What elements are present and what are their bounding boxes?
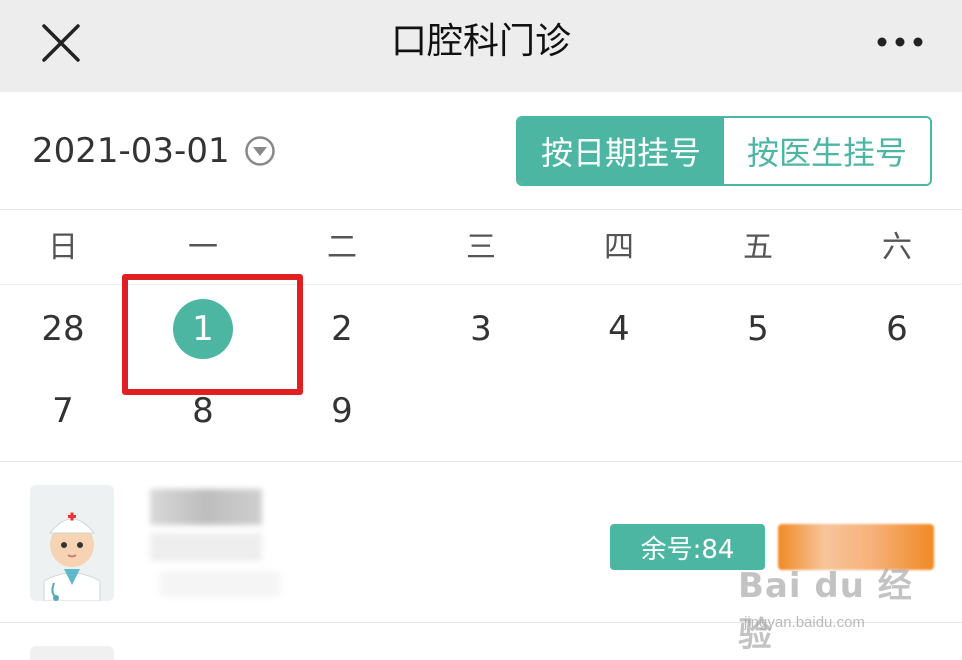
calendar-day[interactable]: 6 xyxy=(828,288,962,370)
watermark: Bai du 经验 jingyan.baidu.com xyxy=(738,558,938,655)
doctor-avatar-icon xyxy=(30,485,114,601)
selected-date: 2021-03-01 xyxy=(32,131,230,171)
title-bar: 口腔科门诊 xyxy=(0,0,962,92)
calendar-day[interactable]: 3 xyxy=(412,288,550,370)
weekday-sat: 六 xyxy=(882,230,912,265)
more-icon[interactable] xyxy=(876,22,926,62)
weekday-wed: 三 xyxy=(466,230,496,265)
weekday-sun: 日 xyxy=(48,230,78,265)
calendar-day[interactable]: 5 xyxy=(689,288,827,370)
registration-mode-toggle: 按日期挂号 按医生挂号 xyxy=(516,116,932,186)
tab-by-doctor[interactable]: 按医生挂号 xyxy=(724,118,930,184)
page-title: 口腔科门诊 xyxy=(390,21,571,62)
doctor-avatar-icon xyxy=(30,646,114,660)
watermark-sub: jingyan.baidu.com xyxy=(744,614,865,631)
date-picker[interactable]: 2021-03-01 xyxy=(32,128,276,174)
tab-by-date[interactable]: 按日期挂号 xyxy=(518,118,724,184)
date-bar: 2021-03-01 按日期挂号 按医生挂号 xyxy=(0,92,962,210)
highlight-annotation xyxy=(122,274,303,395)
calendar-day[interactable]: 4 xyxy=(550,288,688,370)
doctor-info-blurred xyxy=(150,485,280,601)
calendar-day[interactable]: 28 xyxy=(0,288,132,370)
dropdown-circle-icon xyxy=(244,136,275,166)
weekday-fri: 五 xyxy=(743,230,773,265)
calendar-day[interactable]: 7 xyxy=(0,370,132,452)
watermark-main: Bai du 经验 xyxy=(738,566,913,655)
weekday-thu: 四 xyxy=(604,230,634,265)
